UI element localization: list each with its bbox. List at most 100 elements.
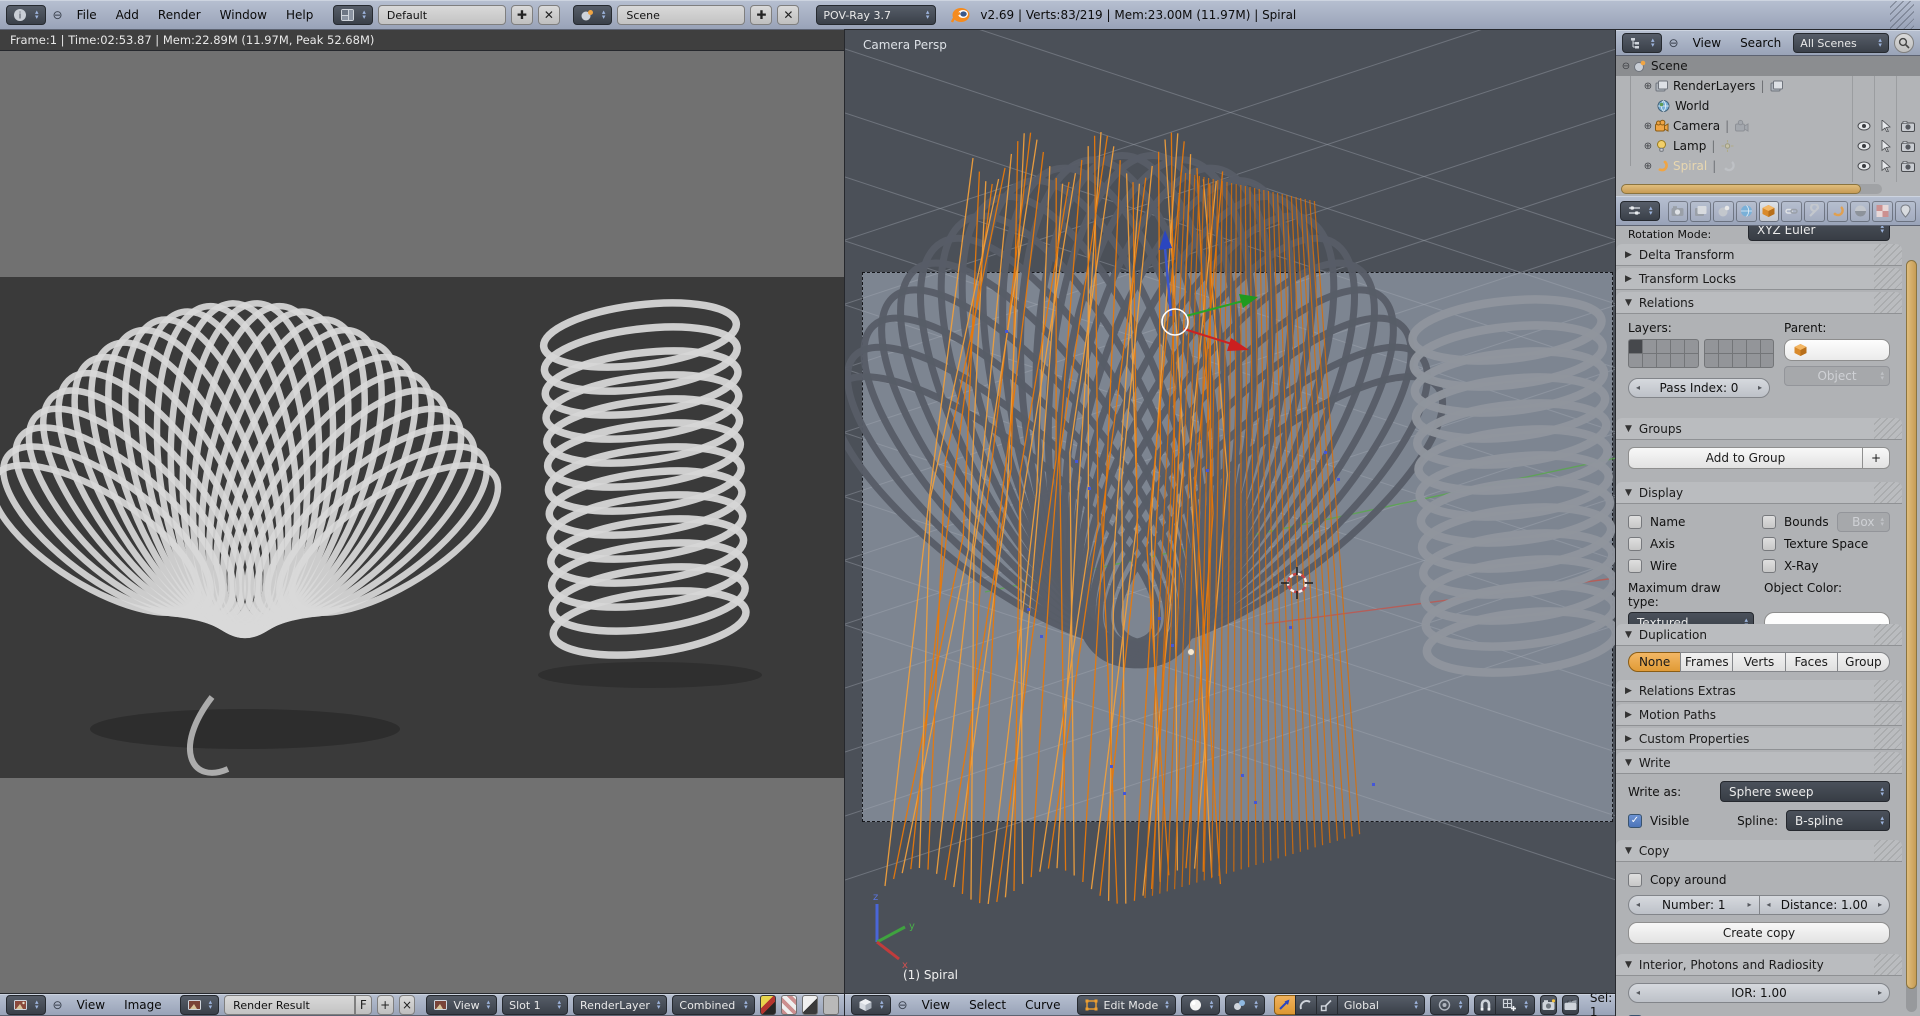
copy-around-checkbox[interactable]	[1628, 873, 1642, 887]
panel-relations-extras[interactable]: ▶Relations Extras	[1616, 680, 1902, 702]
outliner-filter-select[interactable]: All Scenes▴▾	[1793, 33, 1889, 53]
snap-element-select[interactable]: ▴▾	[1495, 995, 1535, 1015]
image-new-button[interactable]: +	[377, 995, 394, 1015]
duplication-faces-button[interactable]: Faces	[1785, 652, 1838, 672]
outliner-row-world[interactable]: World	[1616, 96, 1920, 116]
collapse-menus-icon[interactable]: ⊖	[51, 998, 65, 1012]
editor-type-3dview-button[interactable]: ▴▾	[851, 995, 891, 1015]
image-browse-button[interactable]: ▴▾	[180, 995, 220, 1015]
outliner-hscrollbar[interactable]	[1621, 184, 1882, 194]
tab-constraints[interactable]	[1781, 201, 1802, 222]
selectability-cursor-icon[interactable]	[1874, 156, 1896, 176]
rotation-mode-select[interactable]: XYZ Euler▴▾	[1748, 226, 1890, 241]
bounds-checkbox[interactable]	[1762, 515, 1776, 529]
panel-drag-hatch[interactable]	[1874, 752, 1902, 773]
tab-scene[interactable]	[1713, 201, 1734, 222]
pivot-select[interactable]: ▴▾	[1225, 995, 1265, 1015]
slot-select[interactable]: Slot 1▴▾	[502, 995, 568, 1015]
ior-slider[interactable]: ◂IOR: 1.00▸	[1628, 983, 1890, 1003]
name-checkbox[interactable]	[1628, 515, 1642, 529]
tab-material[interactable]	[1850, 201, 1871, 222]
outliner-row-camera[interactable]: ⊕ Camera |	[1616, 116, 1920, 136]
visible-checkbox[interactable]: ✓	[1628, 814, 1642, 828]
panel-relations[interactable]: ▼Relations	[1616, 292, 1902, 314]
expand-icon[interactable]: ⊕	[1642, 121, 1654, 132]
copy-number-slider[interactable]: ◂Number: 1▸	[1628, 895, 1760, 915]
layout-browse-button[interactable]: ▴▾	[333, 5, 373, 25]
duplication-none-button[interactable]: None	[1628, 652, 1681, 672]
menu-file[interactable]: File	[70, 8, 104, 22]
collapse-menus-icon[interactable]: ⊖	[896, 998, 910, 1012]
panel-motion-paths[interactable]: ▶Motion Paths	[1616, 704, 1902, 726]
expand-icon[interactable]: ⊕	[1642, 161, 1654, 172]
panel-drag-hatch[interactable]	[1874, 840, 1902, 861]
texture-space-checkbox[interactable]	[1762, 537, 1776, 551]
visibility-eye-icon[interactable]	[1852, 156, 1874, 176]
panel-copy[interactable]: ▼Copy	[1616, 840, 1902, 862]
renderability-camera-icon[interactable]	[1896, 116, 1918, 136]
channel-alpha-button[interactable]	[823, 995, 839, 1015]
tab-object[interactable]	[1759, 201, 1780, 222]
translate-manipulator[interactable]	[1159, 230, 1258, 351]
panel-duplication[interactable]: ▼Duplication	[1616, 624, 1902, 646]
render-opengl-button[interactable]	[1540, 995, 1557, 1015]
viewport-3d[interactable]: z y x Camera Persp (1) Spiral	[845, 30, 1616, 994]
fake-user-button[interactable]: F	[355, 995, 372, 1015]
tab-object-data[interactable]	[1827, 201, 1848, 222]
editor-type-outliner-button[interactable]: ▴▾	[1622, 33, 1662, 53]
layers-grid-left[interactable]	[1628, 339, 1699, 368]
panel-interior-photons-radiosity[interactable]: ▼Interior, Photons and Radiosity	[1616, 954, 1902, 976]
layout-name-field[interactable]: Default	[378, 5, 506, 25]
layout-delete-button[interactable]: ✕	[538, 5, 560, 25]
pass-index-slider[interactable]: ◂Pass Index: 0▸	[1628, 378, 1770, 398]
outliner-row-renderlayers[interactable]: ⊕ RenderLayers |	[1616, 76, 1920, 96]
tab-render[interactable]	[1668, 201, 1689, 222]
render-animation-button[interactable]	[1562, 995, 1579, 1015]
panel-drag-hatch[interactable]	[1874, 418, 1902, 439]
channel-luma-button[interactable]	[802, 995, 818, 1015]
menu-window[interactable]: Window	[213, 8, 274, 22]
new-group-button[interactable]: +	[1862, 447, 1890, 469]
copy-distance-slider[interactable]: ◂Distance: 1.00▸	[1759, 895, 1891, 915]
panel-drag-hatch[interactable]	[1874, 244, 1902, 265]
panel-drag-hatch[interactable]	[1874, 268, 1902, 289]
outliner-row-scene[interactable]: ⊖ Scene	[1616, 56, 1920, 76]
visibility-eye-icon[interactable]	[1852, 116, 1874, 136]
menu-curve[interactable]: Curve	[1018, 998, 1067, 1012]
tab-modifiers[interactable]	[1804, 201, 1825, 222]
menu-search[interactable]: Search	[1733, 36, 1788, 50]
outliner-row-spiral[interactable]: ⊕ Spiral |	[1616, 156, 1920, 176]
panel-drag-hatch[interactable]	[1874, 624, 1902, 645]
image-editor-area[interactable]	[0, 51, 845, 994]
create-copy-button[interactable]: Create copy	[1628, 922, 1890, 944]
menu-view[interactable]: View	[1686, 36, 1728, 50]
panel-drag-hatch[interactable]	[1874, 704, 1902, 725]
image-name-field[interactable]: Render Result	[224, 995, 355, 1015]
collapse-icon[interactable]: ⊖	[1620, 61, 1632, 72]
scene-delete-button[interactable]: ✕	[777, 5, 799, 25]
collapse-menus-icon[interactable]: ⊖	[1667, 36, 1681, 50]
panel-display[interactable]: ▼Display	[1616, 482, 1902, 504]
menu-add[interactable]: Add	[109, 8, 146, 22]
add-to-group-button[interactable]: Add to Group	[1628, 447, 1863, 469]
render-pass-select[interactable]: Combined▴▾	[672, 995, 754, 1015]
axis-checkbox[interactable]	[1628, 537, 1642, 551]
panel-custom-properties[interactable]: ▶Custom Properties	[1616, 728, 1902, 750]
menu-image[interactable]: Image	[117, 998, 169, 1012]
render-layer-select[interactable]: RenderLayer▴▾	[573, 995, 667, 1015]
panel-write[interactable]: ▼Write	[1616, 752, 1902, 774]
panel-drag-hatch[interactable]	[1874, 680, 1902, 701]
spline-select[interactable]: B-spline▴▾	[1786, 810, 1890, 831]
scene-browse-button[interactable]: ▴▾	[573, 5, 613, 25]
panel-drag-hatch[interactable]	[1874, 482, 1902, 503]
manipulator-scale-button[interactable]	[1316, 995, 1338, 1015]
tab-render-layers[interactable]	[1690, 201, 1711, 222]
proportional-edit-select[interactable]: ▴▾	[1430, 995, 1470, 1015]
mode-select[interactable]: Edit Mode ▴▾	[1077, 995, 1176, 1015]
panel-delta-transform[interactable]: ▶Delta Transform	[1616, 244, 1902, 266]
area-corner[interactable]	[1890, 1, 1914, 29]
channel-rgb-button[interactable]	[781, 995, 797, 1015]
menu-view[interactable]: View	[915, 998, 957, 1012]
manipulator-rotate-button[interactable]	[1295, 995, 1317, 1015]
render-result-image[interactable]	[0, 277, 845, 778]
